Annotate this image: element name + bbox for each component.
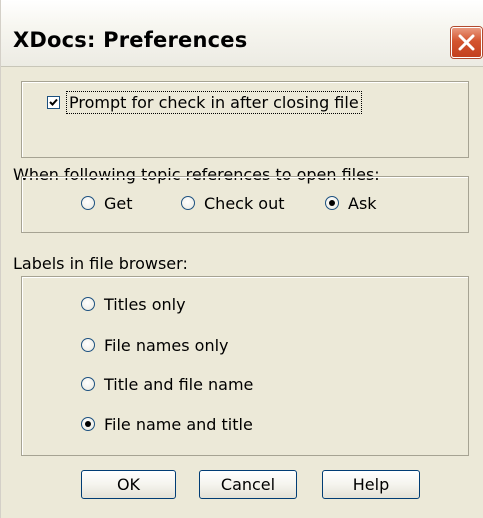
radio-button[interactable] <box>81 297 95 311</box>
file-browser-heading: Labels in file browser: <box>13 254 188 273</box>
dialog-title: XDocs: Preferences <box>13 28 248 52</box>
radio-file-names-only[interactable]: File names only <box>81 334 229 356</box>
prompt-checkin-checkbox[interactable] <box>47 95 60 109</box>
radio-titles-only[interactable]: Titles only <box>81 293 186 315</box>
radio-title-and-file-name-label: Title and file name <box>104 374 254 394</box>
radio-title-and-file-name[interactable]: Title and file name <box>81 373 253 395</box>
radio-titles-only-label: Titles only <box>104 294 186 314</box>
radio-check-out[interactable]: Check out <box>181 192 285 214</box>
radio-button[interactable] <box>325 196 339 210</box>
radio-ask-label: Ask <box>348 193 377 213</box>
ok-button[interactable]: OK <box>81 470 176 499</box>
radio-ask[interactable]: Ask <box>325 192 377 214</box>
radio-check-out-label: Check out <box>204 193 285 213</box>
radio-button[interactable] <box>81 417 95 431</box>
radio-button[interactable] <box>81 196 95 210</box>
radio-button[interactable] <box>181 196 195 210</box>
radio-button[interactable] <box>81 338 95 352</box>
radio-file-name-and-title[interactable]: File name and title <box>81 413 253 435</box>
cancel-button[interactable]: Cancel <box>199 470 297 499</box>
checkmark-icon <box>49 98 58 106</box>
close-icon <box>458 34 475 51</box>
preferences-dialog: XDocs: Preferences Prompt for check in a… <box>0 0 483 518</box>
radio-file-names-only-label: File names only <box>104 335 229 355</box>
radio-button[interactable] <box>81 377 95 391</box>
radio-get-label: Get <box>104 193 133 213</box>
prompt-checkin-label[interactable]: Prompt for check in after closing file <box>66 90 362 114</box>
help-button[interactable]: Help <box>322 470 420 499</box>
prompt-checkin-option[interactable]: Prompt for check in after closing file <box>33 90 362 114</box>
close-button[interactable] <box>451 27 482 58</box>
radio-file-name-and-title-label: File name and title <box>104 414 253 434</box>
radio-get[interactable]: Get <box>81 192 133 214</box>
title-bar[interactable]: XDocs: Preferences <box>1 0 483 67</box>
